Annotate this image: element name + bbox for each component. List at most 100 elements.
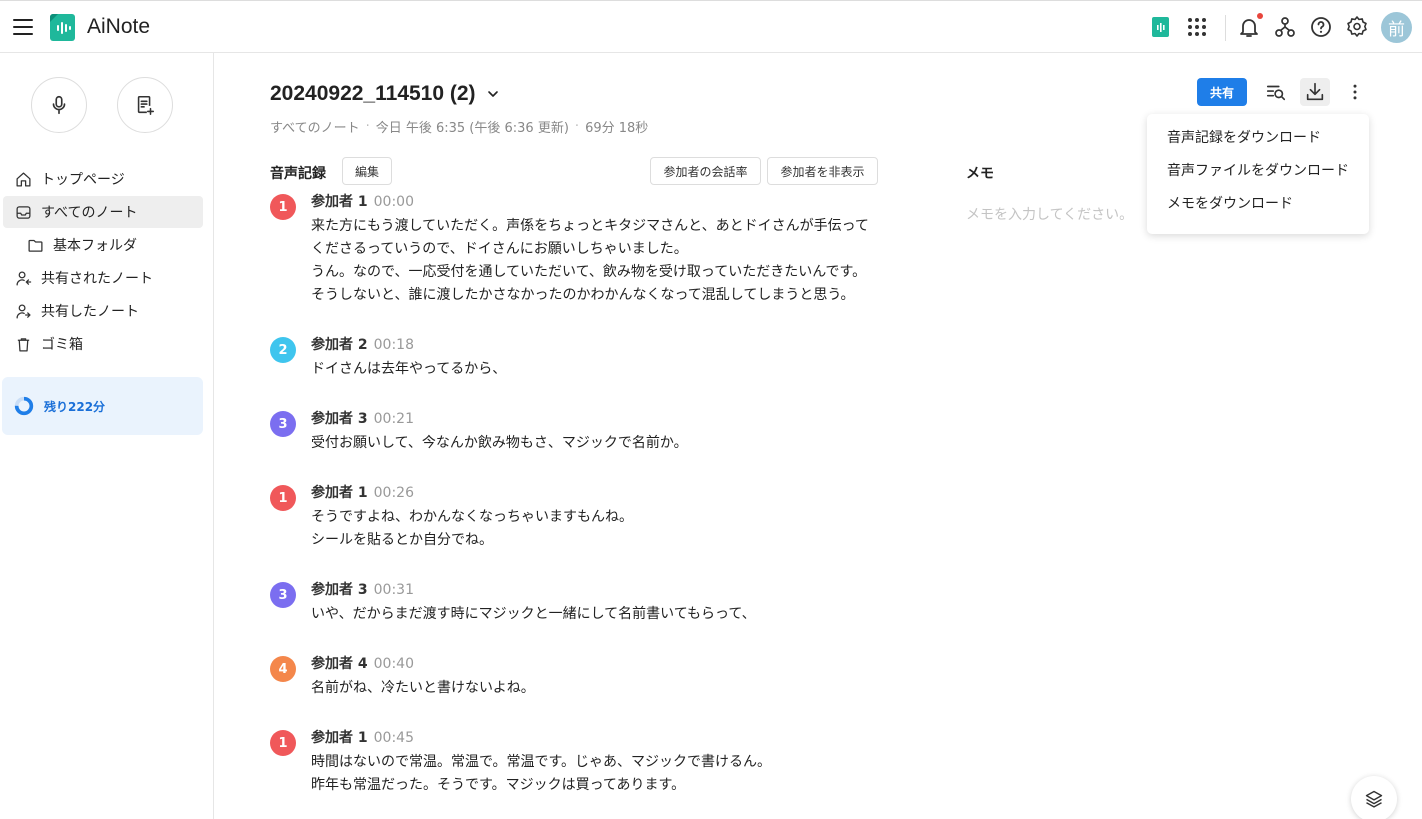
menu-icon[interactable] — [13, 19, 33, 35]
sidebar-item-top-page[interactable]: トップページ — [3, 163, 203, 195]
timestamp[interactable]: 00:31 — [374, 582, 414, 598]
search-transcript-button[interactable] — [1261, 78, 1291, 106]
bell-icon[interactable] — [1237, 15, 1261, 39]
utterance-text: そうですよね、わかんなくなっちゃいますもんね。 シールを貼るとか自分でね。 — [311, 506, 911, 552]
speaker-name: 参加者 3 — [311, 582, 368, 598]
talk-ratio-button[interactable]: 参加者の会話率 — [650, 157, 761, 185]
utterance-line: うん。なので、一応受付を通していただいて、飲み物を受け取っていただきたいんです。 — [311, 264, 867, 280]
speaker-badge: 4 — [270, 656, 296, 682]
speaker-badge: 3 — [270, 411, 296, 437]
sidebar-item-shared-by-me[interactable]: 共有したノート — [3, 295, 203, 327]
remaining-minutes-box[interactable]: 残り222分 — [2, 377, 203, 435]
speaker-header: 参加者 3 00:31 — [311, 579, 414, 599]
speaker-name: 参加者 1 — [311, 485, 368, 501]
remaining-minutes-text: 残り222分 — [44, 399, 106, 414]
timestamp[interactable]: 00:00 — [374, 194, 414, 210]
share-button[interactable]: 共有 — [1197, 78, 1247, 106]
sidebar-item-label: ゴミ箱 — [41, 337, 83, 353]
menu-item-download-memo[interactable]: メモをダウンロード — [1147, 194, 1369, 227]
apps-grid-icon[interactable] — [1185, 15, 1209, 39]
utterance-line: 名前がね、冷たいと書けないよね。 — [311, 680, 535, 696]
speaker-header: 参加者 1 00:00 — [311, 191, 414, 211]
sidebar-item-label: すべてのノート — [41, 205, 138, 221]
timestamp[interactable]: 00:18 — [374, 337, 414, 353]
top-bar: AiNote 前 — [0, 0, 1422, 53]
utterance-line: そうしないと、誰に渡したかさなかったのかわかんなくなって混乱してしまうと思う。 — [311, 287, 855, 303]
inbox-icon — [14, 203, 32, 221]
utterance-line: 受付お願いして、今なんか飲み物もさ、マジックで名前か。 — [311, 435, 688, 451]
more-options-button[interactable] — [1340, 78, 1370, 106]
list-search-icon — [1266, 85, 1286, 101]
edit-transcript-button[interactable]: 編集 — [342, 157, 392, 185]
speaker-name: 参加者 4 — [311, 656, 368, 672]
topbar-divider — [1225, 15, 1226, 41]
speaker-header: 参加者 1 00:45 — [311, 727, 414, 747]
meta-separator: · — [574, 119, 580, 134]
microphone-icon — [52, 95, 66, 115]
download-icon — [1306, 82, 1324, 101]
shared-in-icon — [14, 269, 32, 287]
note-duration: 69分 18秒 — [585, 121, 649, 136]
utterance-line: そうですよね、わかんなくなっちゃいますもんね。 — [311, 509, 633, 525]
menu-item-download-audio[interactable]: 音声ファイルをダウンロード — [1147, 161, 1369, 194]
gear-icon[interactable] — [1345, 15, 1369, 39]
utterance-line: ドイさんは去年やってるから、 — [311, 361, 507, 377]
help-icon[interactable] — [1309, 15, 1333, 39]
more-vertical-icon — [1353, 84, 1357, 100]
hide-participants-button[interactable]: 参加者を非表示 — [767, 157, 878, 185]
speaker-header: 参加者 4 00:40 — [311, 653, 414, 673]
utterance-line: いや、だからまだ渡す時にマジックと一緒にして名前書いてもらって、 — [311, 606, 756, 622]
speaker-header: 参加者 3 00:21 — [311, 408, 414, 428]
layers-icon — [1365, 790, 1383, 808]
memo-input[interactable] — [966, 204, 1166, 226]
sidebar-item-trash[interactable]: ゴミ箱 — [3, 328, 203, 360]
timestamp[interactable]: 00:26 — [374, 485, 414, 501]
speaker-badge: 1 — [270, 485, 296, 511]
user-avatar[interactable]: 前 — [1381, 12, 1412, 43]
app-title: AiNote — [87, 15, 151, 38]
note-title: 20240922_114510 (2) — [270, 82, 501, 106]
utterance-line: シールを貼るとか自分でね。 — [311, 532, 493, 548]
download-button[interactable] — [1300, 78, 1330, 106]
layers-button[interactable] — [1351, 776, 1397, 819]
speaker-name: 参加者 2 — [311, 337, 368, 353]
utterance-text: 受付お願いして、今なんか飲み物もさ、マジックで名前か。 — [311, 432, 911, 455]
remaining-progress-ring — [14, 396, 34, 416]
utterance-line: くださるっていうので、ドイさんにお願いしちゃいました。 — [311, 241, 688, 257]
utterance-text: 時間はないので常温。常温で。常温です。じゃあ、マジックで書けるん。 昨年も常温だ… — [311, 751, 911, 797]
utterance-text: いや、だからまだ渡す時にマジックと一緒にして名前書いてもらって、 — [311, 603, 911, 626]
folder-icon — [26, 236, 44, 254]
org-chart-icon[interactable] — [1273, 15, 1297, 39]
speaker-badge: 1 — [270, 194, 296, 220]
timestamp[interactable]: 00:21 — [374, 411, 414, 427]
trash-icon — [14, 335, 32, 353]
sidebar-item-all-notes[interactable]: すべてのノート — [3, 196, 203, 228]
sidebar-item-shared-with-me[interactable]: 共有されたノート — [3, 262, 203, 294]
record-button[interactable] — [31, 77, 87, 133]
speaker-header: 参加者 1 00:26 — [311, 482, 414, 502]
ainote-app-icon[interactable] — [1149, 15, 1173, 39]
menu-item-download-transcript[interactable]: 音声記録をダウンロード — [1147, 128, 1369, 161]
meta-separator: · — [365, 119, 370, 134]
speaker-badge: 3 — [270, 582, 296, 608]
new-note-button[interactable] — [117, 77, 173, 133]
ainote-logo-icon — [50, 14, 75, 41]
sidebar-item-label: トップページ — [41, 172, 125, 188]
add-note-icon — [137, 95, 155, 115]
timestamp[interactable]: 00:45 — [374, 730, 414, 746]
timestamp[interactable]: 00:40 — [374, 656, 414, 672]
breadcrumb-all-notes[interactable]: すべてのノート — [270, 117, 360, 136]
utterance-line: 来た方にもう渡していただく。声係をちょっとキタジマさんと、あとドイさんが手伝って — [311, 218, 869, 234]
sidebar-item-basic-folder[interactable]: 基本フォルダ — [3, 229, 203, 261]
utterance-text: 来た方にもう渡していただく。声係をちょっとキタジマさんと、あとドイさんが手伝って… — [311, 215, 911, 307]
download-menu: 音声記録をダウンロード 音声ファイルをダウンロード メモをダウンロード — [1147, 114, 1369, 234]
utterance-line: 昨年も常温だった。そうです。マジックは買ってあります。 — [311, 777, 686, 793]
transcript-section-label: 音声記録 — [270, 166, 326, 182]
sidebar-item-label: 基本フォルダ — [53, 238, 137, 254]
utterance-line: 時間はないので常温。常温で。常温です。じゃあ、マジックで書けるん。 — [311, 754, 772, 770]
memo-section-label: メモ — [966, 166, 994, 182]
chevron-down-icon[interactable] — [485, 86, 501, 102]
shared-out-icon — [14, 302, 32, 320]
sidebar-item-label: 共有したノート — [41, 304, 139, 320]
home-icon — [14, 170, 32, 188]
